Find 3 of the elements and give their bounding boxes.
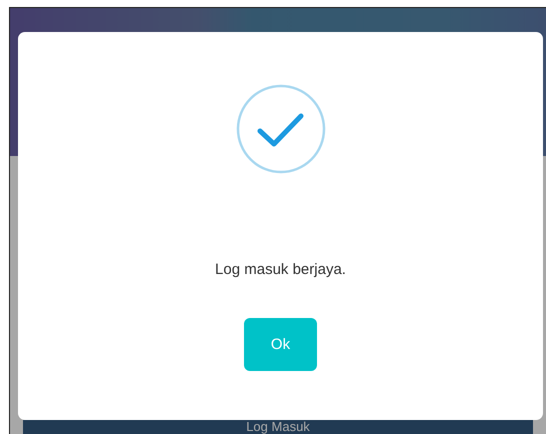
check-circle-icon [236,84,326,174]
login-button[interactable]: Log Masuk [23,420,533,434]
message-text: Log masuk berjaya. [215,261,346,278]
